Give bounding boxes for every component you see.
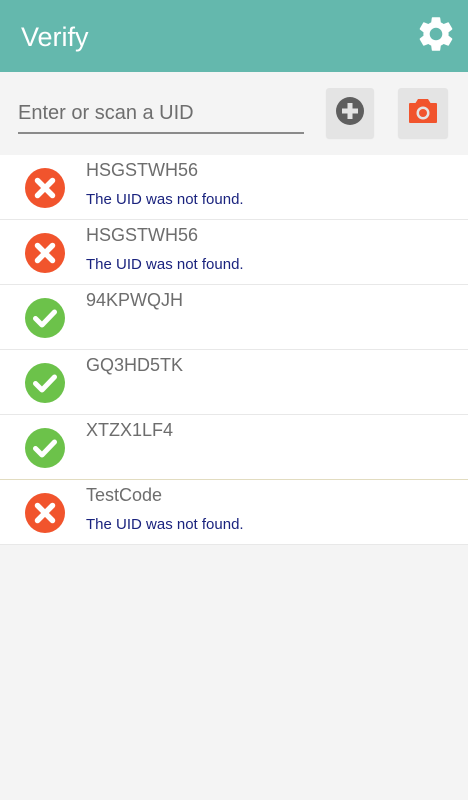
results-list: HSGSTWH56 The UID was not found. HSGSTWH… (0, 155, 468, 545)
list-item[interactable]: HSGSTWH56 The UID was not found. (0, 155, 468, 220)
success-check-icon (25, 428, 65, 468)
error-x-icon (25, 233, 65, 273)
plus-circle-icon (335, 96, 365, 131)
list-item[interactable]: XTZX1LF4 (0, 415, 468, 480)
success-check-icon (25, 363, 65, 403)
uid-label: XTZX1LF4 (86, 420, 174, 440)
add-button[interactable] (326, 88, 374, 138)
settings-button[interactable] (411, 11, 461, 61)
camera-icon (408, 98, 438, 129)
status-message: The UID was not found. (86, 256, 244, 273)
list-item[interactable]: HSGSTWH56 The UID was not found. (0, 220, 468, 285)
uid-label: HSGSTWH56 (86, 160, 199, 180)
status-message: The UID was not found. (86, 516, 244, 533)
uid-input[interactable] (18, 96, 304, 134)
scan-camera-button[interactable] (398, 88, 448, 138)
uid-label: GQ3HD5TK (86, 355, 184, 375)
list-item[interactable]: 94KPWQJH (0, 285, 468, 350)
error-x-icon (25, 168, 65, 208)
list-item[interactable]: GQ3HD5TK (0, 350, 468, 415)
uid-label: 94KPWQJH (86, 290, 184, 310)
page-title: Verify (21, 22, 89, 52)
list-item[interactable]: TestCode The UID was not found. (0, 480, 468, 545)
success-check-icon (25, 298, 65, 338)
error-x-icon (25, 493, 65, 533)
app-bar: Verify (0, 0, 468, 72)
uid-label: TestCode (86, 485, 163, 505)
status-message: The UID was not found. (86, 191, 244, 208)
gear-icon (415, 13, 457, 60)
uid-entry-bar (0, 72, 468, 154)
uid-label: HSGSTWH56 (86, 225, 199, 245)
